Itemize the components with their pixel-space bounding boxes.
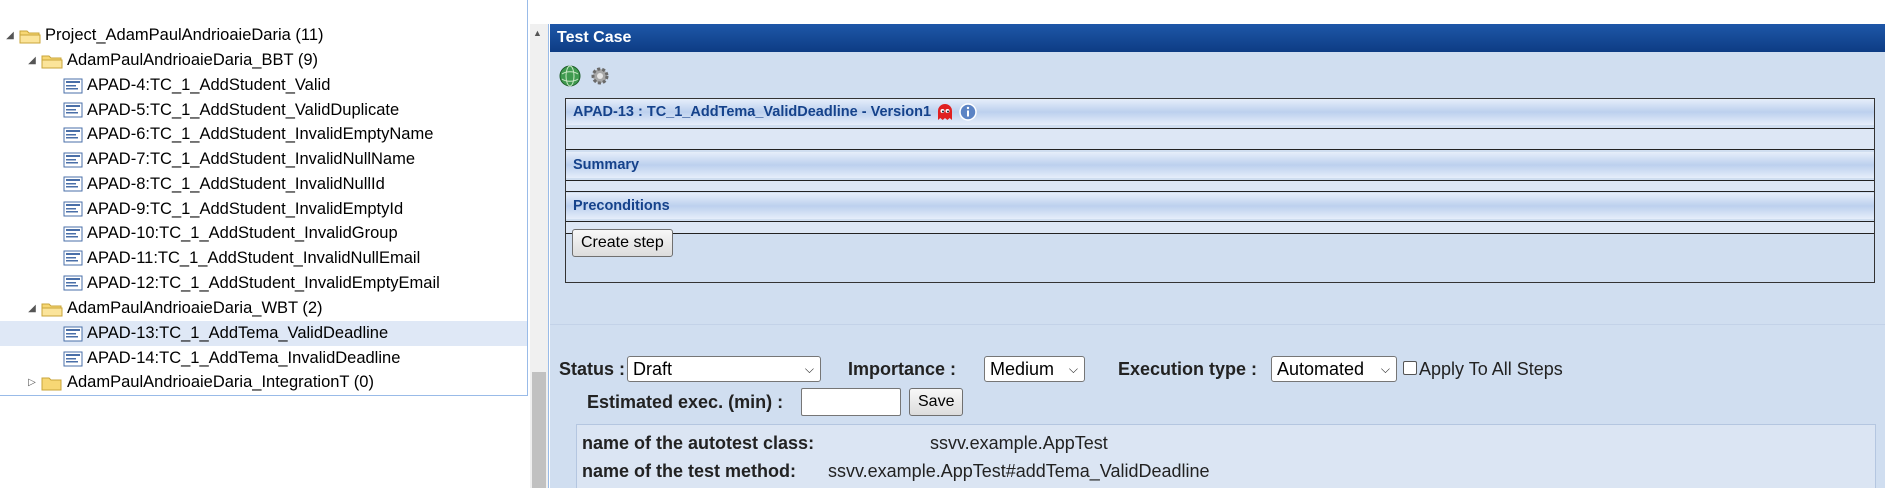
save-button[interactable]: Save xyxy=(909,388,964,416)
importance-label: Importance : xyxy=(848,359,957,379)
expand-arrow-icon[interactable]: ▷ xyxy=(26,377,38,389)
summary-content xyxy=(566,180,1874,192)
autotest-class-value: ssvv.example.AppTest xyxy=(930,433,1108,453)
status-value: Draft xyxy=(633,358,673,379)
test-method-label: name of the test method: xyxy=(582,461,797,481)
testcase-title-content xyxy=(566,128,1874,150)
test-case-icon xyxy=(63,250,83,266)
chevron-down-icon: ⌵ xyxy=(1068,361,1078,376)
collapse-arrow-icon[interactable]: ◢ xyxy=(26,55,38,67)
tree-node-label[interactable]: APAD-10:TC_1_AddStudent_InvalidGroup xyxy=(87,224,398,243)
folder-open-icon xyxy=(41,303,63,316)
folder-open-icon xyxy=(41,55,63,68)
importance-select[interactable]: Medium ⌵ xyxy=(984,356,1085,382)
tree-node-case[interactable]: APAD-7:TC_1_AddStudent_InvalidNullName xyxy=(63,147,415,172)
testcase-toolbar xyxy=(558,64,612,88)
gear-icon[interactable] xyxy=(588,64,612,88)
tree-node-case[interactable]: APAD-11:TC_1_AddStudent_InvalidNullEmail xyxy=(63,246,420,271)
tree-node-label[interactable]: APAD-6:TC_1_AddStudent_InvalidEmptyName xyxy=(87,125,433,144)
test-tree: ◢ Project_AdamPaulAndrioaieDaria (11) ◢ … xyxy=(0,0,528,396)
tree-node-case[interactable]: APAD-8:TC_1_AddStudent_InvalidNullId xyxy=(63,172,385,197)
summary-bar: Summary xyxy=(566,152,1874,178)
tree-node-label[interactable]: APAD-7:TC_1_AddStudent_InvalidNullName xyxy=(87,150,415,169)
panel-divider[interactable] xyxy=(548,24,549,488)
scroll-up-arrow-icon[interactable]: ▲ xyxy=(533,28,542,38)
chevron-down-icon: ⌵ xyxy=(1380,361,1390,376)
tree-node-case[interactable]: APAD-12:TC_1_AddStudent_InvalidEmptyEmai… xyxy=(63,271,440,296)
summary-label: Summary xyxy=(573,157,640,173)
preconditions-label: Preconditions xyxy=(573,198,670,214)
test-case-icon xyxy=(63,127,83,143)
test-case-icon xyxy=(63,351,83,366)
folder-open-icon xyxy=(19,30,41,43)
estimated-exec-label: Estimated exec. (min) : xyxy=(587,392,784,412)
estimated-exec-input[interactable] xyxy=(801,388,901,416)
globe-icon[interactable] xyxy=(558,64,582,88)
tree-node-label[interactable]: APAD-12:TC_1_AddStudent_InvalidEmptyEmai… xyxy=(87,274,440,293)
apply-all-label[interactable]: Apply To All Steps xyxy=(1419,359,1563,380)
test-case-icon xyxy=(63,226,83,242)
test-case-icon xyxy=(63,78,83,93)
tree-node-case[interactable]: APAD-5:TC_1_AddStudent_ValidDuplicate xyxy=(63,98,399,123)
tree-node-label[interactable]: AdamPaulAndrioaieDaria_BBT (9) xyxy=(67,51,318,70)
autotest-class-label: name of the autotest class: xyxy=(582,433,815,453)
tree-node-suite-wbt[interactable]: ◢ AdamPaulAndrioaieDaria_WBT (2) xyxy=(26,296,323,321)
test-method-value: ssvv.example.AppTest#addTema_ValidDeadli… xyxy=(828,461,1210,481)
tree-node-case[interactable]: APAD-4:TC_1_AddStudent_Valid xyxy=(63,73,330,98)
test-case-icon xyxy=(63,176,83,192)
tree-node-case[interactable]: APAD-14:TC_1_AddTema_InvalidDeadline xyxy=(63,346,400,371)
collapse-arrow-icon[interactable]: ◢ xyxy=(26,303,38,315)
tree-node-case[interactable]: APAD-10:TC_1_AddStudent_InvalidGroup xyxy=(63,221,398,246)
test-case-icon xyxy=(63,326,83,341)
info-icon[interactable] xyxy=(959,103,977,121)
scrollbar-thumb[interactable] xyxy=(532,372,546,488)
testcase-details-box: APAD-13 : TC_1_AddTema_ValidDeadline - V… xyxy=(565,98,1875,283)
test-case-panel: Test Case APAD-13 : TC_1_AddTema_ValidDe… xyxy=(550,24,1885,488)
status-select[interactable]: Draft ⌵ xyxy=(627,356,821,382)
test-case-icon xyxy=(63,201,83,217)
status-label: Status : xyxy=(559,359,626,379)
tree-node-label[interactable]: AdamPaulAndrioaieDaria_IntegrationT (0) xyxy=(67,373,374,392)
tree-node-project[interactable]: ◢ Project_AdamPaulAndrioaieDaria (11) xyxy=(4,23,324,48)
folder-icon xyxy=(41,377,62,390)
create-step-button[interactable]: Create step xyxy=(572,229,673,257)
execution-type-select[interactable]: Automated ⌵ xyxy=(1271,356,1397,382)
panel-header: Test Case xyxy=(550,24,1885,52)
execution-type-value: Automated xyxy=(1277,358,1365,379)
apply-all-checkbox[interactable] xyxy=(1403,361,1417,375)
preconditions-content xyxy=(566,221,1874,234)
test-case-icon xyxy=(63,275,83,291)
tree-node-label[interactable]: APAD-8:TC_1_AddStudent_InvalidNullId xyxy=(87,175,385,194)
tree-node-case[interactable]: APAD-9:TC_1_AddStudent_InvalidEmptyId xyxy=(63,197,403,222)
testcase-title-bar: APAD-13 : TC_1_AddTema_ValidDeadline - V… xyxy=(566,99,1874,125)
tree-node-label[interactable]: APAD-5:TC_1_AddStudent_ValidDuplicate xyxy=(87,101,399,120)
tree-node-label[interactable]: APAD-14:TC_1_AddTema_InvalidDeadline xyxy=(87,349,400,368)
tree-node-label[interactable]: APAD-11:TC_1_AddStudent_InvalidNullEmail xyxy=(87,249,420,268)
chevron-down-icon: ⌵ xyxy=(804,361,814,376)
tree-node-label[interactable]: APAD-9:TC_1_AddStudent_InvalidEmptyId xyxy=(87,200,403,219)
preconditions-bar: Preconditions xyxy=(566,193,1874,219)
testcase-title: APAD-13 : TC_1_AddTema_ValidDeadline - V… xyxy=(573,104,932,120)
test-case-icon xyxy=(63,152,83,168)
tree-node-case-selected[interactable]: APAD-13:TC_1_AddTema_ValidDeadline xyxy=(0,321,527,346)
test-case-icon xyxy=(63,102,83,118)
importance-value: Medium xyxy=(990,358,1055,379)
tree-node-label[interactable]: APAD-4:TC_1_AddStudent_Valid xyxy=(87,76,330,95)
ghost-icon[interactable] xyxy=(936,103,954,121)
section-divider xyxy=(550,324,1885,325)
tree-node-label[interactable]: Project_AdamPaulAndrioaieDaria (11) xyxy=(45,26,324,45)
tree-node-suite-integration[interactable]: ▷ AdamPaulAndrioaieDaria_IntegrationT (0… xyxy=(26,370,374,395)
tree-node-label[interactable]: AdamPaulAndrioaieDaria_WBT (2) xyxy=(67,299,323,318)
execution-type-label: Execution type : xyxy=(1118,359,1258,379)
tree-node-suite-bbt[interactable]: ◢ AdamPaulAndrioaieDaria_BBT (9) xyxy=(26,48,318,73)
tree-node-case[interactable]: APAD-6:TC_1_AddStudent_InvalidEmptyName xyxy=(63,122,433,147)
collapse-arrow-icon[interactable]: ◢ xyxy=(4,30,16,42)
tree-node-label[interactable]: APAD-13:TC_1_AddTema_ValidDeadline xyxy=(87,324,388,343)
